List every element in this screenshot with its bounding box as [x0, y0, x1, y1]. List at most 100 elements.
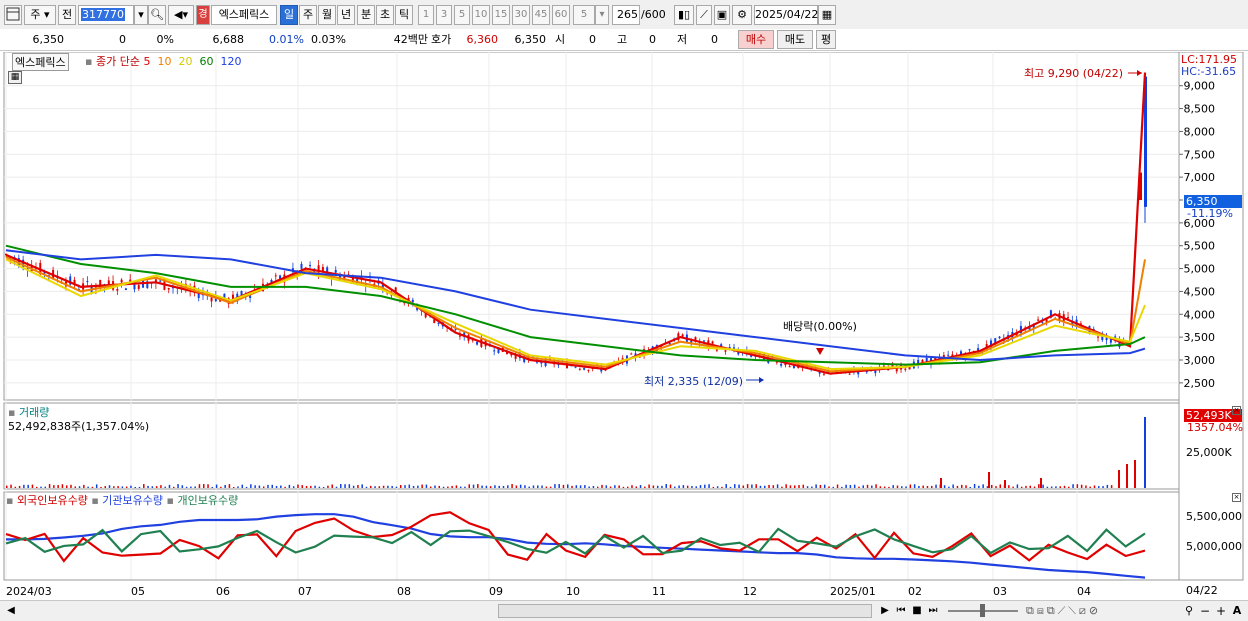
- candle-body: [476, 341, 479, 345]
- volume-bar: [237, 486, 239, 488]
- volume-bar: [806, 486, 809, 488]
- volume-bar: [862, 485, 864, 488]
- sell-button[interactable]: 매도: [777, 30, 813, 49]
- volume-bar: [331, 484, 333, 488]
- sound-button[interactable]: ◀▾: [168, 5, 194, 25]
- volume-bar: [451, 485, 453, 488]
- volume-bar: [18, 485, 21, 488]
- interval-5[interactable]: 5: [454, 5, 470, 25]
- period-week[interactable]: 주: [299, 5, 317, 25]
- x-tick-label: 10: [566, 585, 580, 598]
- table-toggle-icon[interactable]: ▦: [8, 71, 22, 84]
- interval-15[interactable]: 15: [492, 5, 510, 25]
- period-minute[interactable]: 분: [357, 5, 375, 25]
- market-select[interactable]: 주 ▾: [24, 5, 56, 25]
- volume-bar: [61, 484, 64, 488]
- rewind-icon[interactable]: ⏮: [894, 603, 908, 619]
- volume-bar: [100, 486, 102, 488]
- period-year[interactable]: 년: [337, 5, 355, 25]
- volume-bar: [695, 486, 697, 488]
- ma-title: 종가 단순: [95, 55, 140, 68]
- volume-bar: [65, 485, 68, 488]
- period-month[interactable]: 월: [318, 5, 336, 25]
- save-icon: ▣: [716, 8, 728, 21]
- scroll-right-icon[interactable]: ▶: [878, 603, 892, 619]
- close-icon[interactable]: ×: [1232, 406, 1241, 415]
- volume-bar: [267, 484, 269, 488]
- period-tick[interactable]: 틱: [395, 5, 413, 25]
- volume-bar: [853, 484, 856, 488]
- candle-body: [583, 367, 586, 370]
- search-icon[interactable]: ⚲: [1182, 603, 1196, 619]
- volume-bar: [712, 486, 715, 488]
- interval-3[interactable]: 3: [436, 5, 452, 25]
- volume-bar: [134, 486, 136, 488]
- volume-bar: [1063, 485, 1066, 488]
- volume-bar: [674, 486, 676, 488]
- volume-bar: [35, 486, 38, 488]
- volume-bar: [438, 485, 441, 488]
- chart-window-icon[interactable]: [4, 5, 22, 25]
- code-dropdown[interactable]: ▾: [134, 5, 148, 25]
- interval-30[interactable]: 30: [512, 5, 530, 25]
- chart-area[interactable]: 9,0008,5008,0007,5007,0006,5006,0005,500…: [0, 52, 1248, 600]
- drawing-tools[interactable]: ⧉⧈⧉⟋⟍⧄⊘: [1026, 603, 1176, 619]
- zoom-in-icon[interactable]: +: [1214, 603, 1228, 619]
- calendar-icon: ▦: [821, 8, 833, 21]
- volume-bar: [1016, 484, 1019, 488]
- stock-name-legend[interactable]: 엑스페릭스: [12, 53, 69, 71]
- period-day[interactable]: 일: [280, 5, 298, 25]
- volume-bar: [489, 486, 492, 488]
- save-button[interactable]: ▣: [714, 5, 730, 25]
- scroll-thumb[interactable]: [498, 604, 872, 618]
- volume-bar: [793, 485, 796, 488]
- fast-forward-icon[interactable]: ⏭: [926, 603, 940, 619]
- buy-button[interactable]: 매수: [738, 30, 774, 49]
- interval-45[interactable]: 45: [532, 5, 550, 25]
- volume-bar: [357, 485, 359, 488]
- candle-type-button[interactable]: ▮▯: [674, 5, 694, 25]
- volume-bar: [648, 484, 650, 488]
- volume-bar: [228, 484, 231, 488]
- font-size-icon[interactable]: A: [1230, 603, 1244, 619]
- volume-bar: [108, 485, 111, 488]
- search-button[interactable]: 🔍︎: [148, 5, 166, 25]
- code-input[interactable]: 317770: [78, 5, 134, 25]
- interval-dropdown[interactable]: ▾: [595, 5, 609, 25]
- volume-bar: [896, 485, 899, 488]
- price-change: 0: [119, 33, 126, 46]
- period-second[interactable]: 초: [376, 5, 394, 25]
- stop-icon[interactable]: ■: [910, 603, 924, 619]
- count-input[interactable]: 265: [612, 5, 640, 25]
- volume-bar: [1102, 486, 1104, 488]
- volume-bar: [322, 486, 325, 488]
- volume-bar: [734, 484, 736, 488]
- volume-bar: [699, 485, 702, 488]
- line-tool-button[interactable]: ⟋: [696, 5, 712, 25]
- interval-1[interactable]: 1: [418, 5, 434, 25]
- eval-button[interactable]: 평: [816, 30, 836, 49]
- interval-value[interactable]: 5: [573, 5, 595, 25]
- interval-10[interactable]: 10: [472, 5, 490, 25]
- zoom-out-icon[interactable]: −: [1198, 603, 1212, 619]
- interval-60[interactable]: 60: [552, 5, 570, 25]
- date-input[interactable]: 2025/04/22: [754, 5, 818, 25]
- zoom-slider-handle[interactable]: [980, 604, 985, 617]
- volume-panel: [3, 402, 1180, 490]
- volume-bar: [704, 484, 706, 488]
- chevron-down-icon: ▾: [599, 9, 605, 20]
- volume-bar: [254, 485, 256, 488]
- y-tick-label: 4,000: [1184, 308, 1216, 321]
- volume-bar: [1050, 486, 1053, 488]
- volume-bar: [511, 484, 513, 488]
- volume-bar: [532, 485, 535, 488]
- prev-button[interactable]: 전: [58, 5, 76, 25]
- scroll-left-icon[interactable]: ◀: [4, 603, 18, 619]
- close-icon[interactable]: ×: [1232, 493, 1241, 502]
- settings-button[interactable]: ⚙: [732, 5, 752, 25]
- volume-bar: [408, 484, 411, 488]
- calendar-button[interactable]: ▦: [818, 5, 836, 25]
- volume-bar: [485, 485, 488, 488]
- volume-bar: [447, 486, 449, 488]
- volume-bar: [515, 485, 518, 488]
